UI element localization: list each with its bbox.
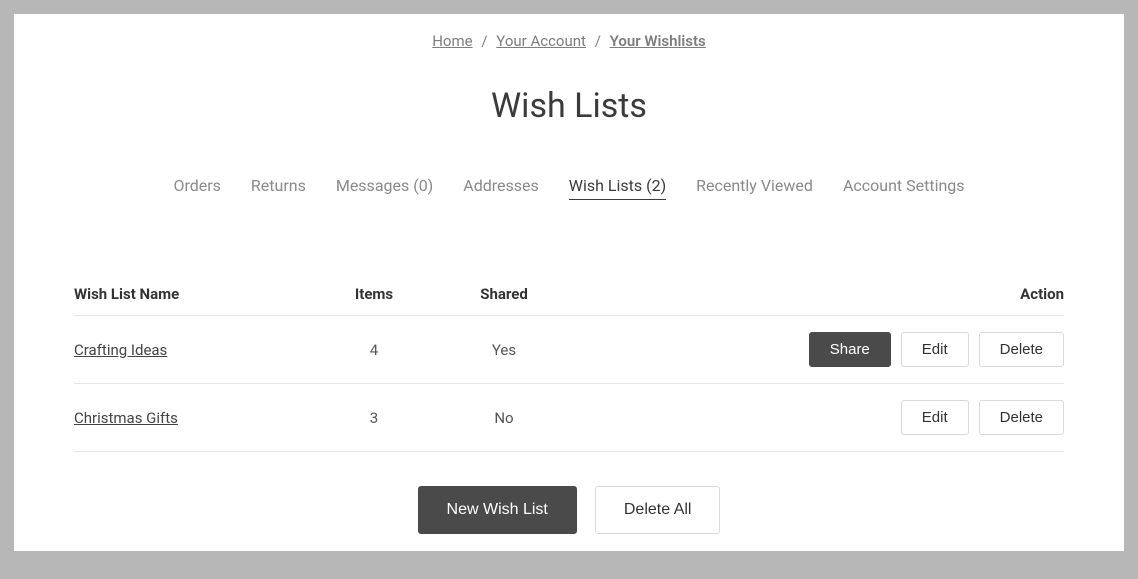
edit-button[interactable]: Edit (901, 332, 969, 367)
breadcrumb-current: Your Wishlists (610, 32, 706, 50)
wishlist-shared-value: Yes (434, 341, 574, 359)
header-shared: Shared (434, 285, 574, 303)
page-title: Wish Lists (74, 86, 1064, 126)
delete-button[interactable]: Delete (979, 332, 1064, 367)
page-container: Home / Your Account / Your Wishlists Wis… (14, 14, 1124, 551)
delete-all-button[interactable]: Delete All (595, 486, 721, 534)
delete-button[interactable]: Delete (979, 400, 1064, 435)
wishlist-table: Wish List Name Items Shared Action Craft… (74, 285, 1064, 452)
wishlist-shared-value: No (434, 409, 574, 427)
wishlist-items-count: 3 (314, 409, 434, 427)
header-items: Items (314, 285, 434, 303)
tab-wishlists[interactable]: Wish Lists (2) (569, 176, 666, 200)
tab-returns[interactable]: Returns (251, 176, 306, 200)
breadcrumb: Home / Your Account / Your Wishlists (74, 32, 1064, 50)
tab-recently-viewed[interactable]: Recently Viewed (696, 176, 813, 200)
tab-orders[interactable]: Orders (173, 176, 220, 200)
wishlist-name-link[interactable]: Crafting Ideas (74, 341, 167, 359)
edit-button[interactable]: Edit (901, 400, 969, 435)
footer-actions: New Wish List Delete All (74, 486, 1064, 534)
account-tabs: Orders Returns Messages (0) Addresses Wi… (74, 176, 1064, 200)
tab-addresses[interactable]: Addresses (463, 176, 539, 200)
breadcrumb-separator: / (595, 32, 601, 50)
share-button[interactable]: Share (809, 332, 891, 367)
tab-account-settings[interactable]: Account Settings (843, 176, 965, 200)
header-name: Wish List Name (74, 285, 314, 303)
new-wishlist-button[interactable]: New Wish List (418, 486, 577, 534)
wishlist-items-count: 4 (314, 341, 434, 359)
breadcrumb-account[interactable]: Your Account (496, 32, 586, 50)
table-row: Christmas Gifts 3 No Edit Delete (74, 384, 1064, 452)
breadcrumb-home[interactable]: Home (432, 32, 472, 50)
tab-messages[interactable]: Messages (0) (336, 176, 433, 200)
wishlist-name-link[interactable]: Christmas Gifts (74, 409, 178, 427)
header-action: Action (574, 285, 1064, 303)
table-header: Wish List Name Items Shared Action (74, 285, 1064, 316)
table-row: Crafting Ideas 4 Yes Share Edit Delete (74, 316, 1064, 384)
breadcrumb-separator: / (481, 32, 487, 50)
